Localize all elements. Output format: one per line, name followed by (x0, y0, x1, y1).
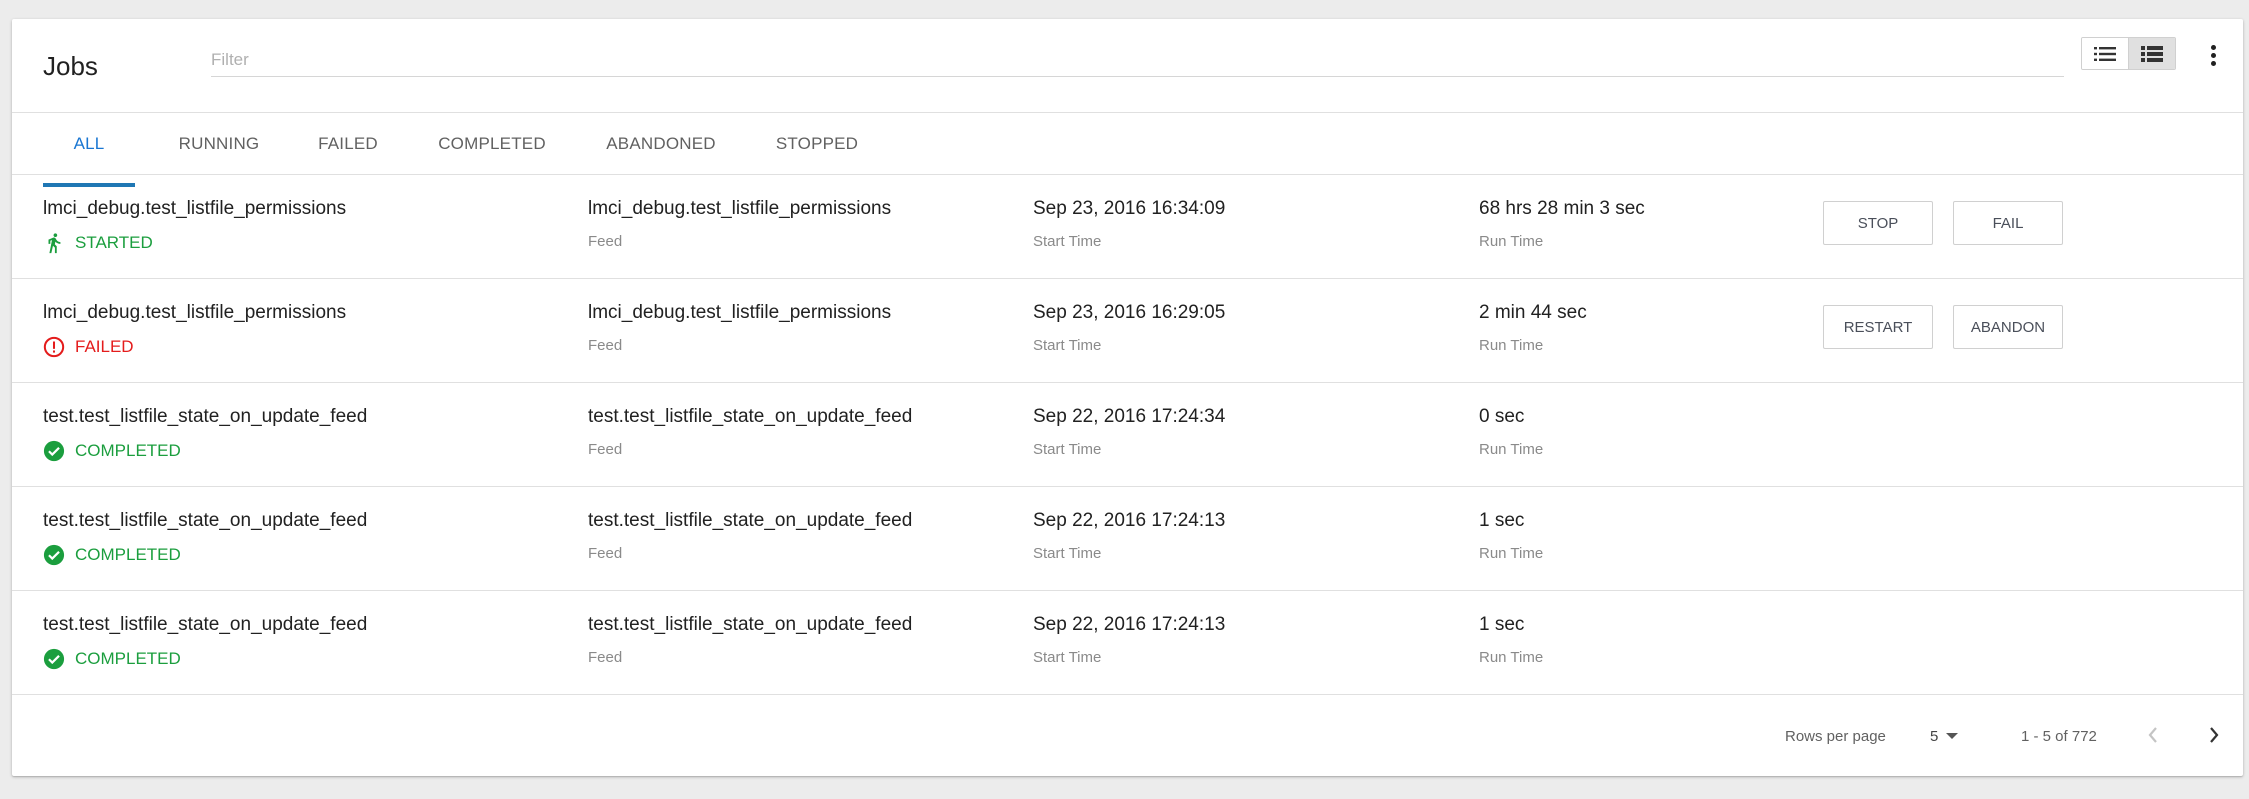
status-label: COMPLETED (75, 649, 181, 668)
start-time: Sep 23, 2016 16:29:05 (1033, 302, 1226, 323)
status-badge: STARTED (43, 231, 153, 255)
more-vert-icon[interactable] (2201, 41, 2225, 69)
start-time: Sep 22, 2016 17:24:13 (1033, 510, 1226, 531)
check-circle-icon (43, 648, 65, 670)
chevron-left-icon (2148, 727, 2157, 743)
run-time: 1 sec (1479, 614, 1525, 635)
list-view-button[interactable] (2082, 38, 2128, 69)
feed-name: test.test_listfile_state_on_update_feed (588, 510, 913, 531)
job-name[interactable]: lmci_debug.test_listfile_permissions (43, 198, 346, 220)
start-time-label: Start Time (1033, 649, 1102, 666)
status-tabs: ALL RUNNING FAILED COMPLETED ABANDONED S… (12, 113, 2243, 175)
abandon-button[interactable]: ABANDON (1953, 305, 2063, 349)
previous-page-button[interactable] (2135, 717, 2171, 753)
job-name[interactable]: test.test_listfile_state_on_update_feed (43, 406, 367, 428)
table-view-icon (2141, 45, 2163, 62)
status-label: COMPLETED (75, 545, 181, 564)
table-row[interactable]: lmci_debug.test_listfile_permissions STA… (12, 175, 2243, 279)
fail-button[interactable]: FAIL (1953, 201, 2063, 245)
run-time-label: Run Time (1479, 545, 1544, 562)
status-badge: COMPLETED (43, 647, 181, 671)
tab-running[interactable]: RUNNING (159, 113, 279, 175)
run-time: 68 hrs 28 min 3 sec (1479, 198, 1645, 219)
tab-all[interactable]: ALL (43, 113, 135, 175)
table-row[interactable]: test.test_listfile_state_on_update_feed … (12, 487, 2243, 591)
stop-button[interactable]: STOP (1823, 201, 1933, 245)
tab-abandoned[interactable]: ABANDONED (586, 113, 736, 175)
start-time: Sep 22, 2016 17:24:13 (1033, 614, 1226, 635)
run-time: 1 sec (1479, 510, 1525, 531)
job-name[interactable]: test.test_listfile_state_on_update_feed (43, 614, 367, 636)
view-toggle (2081, 37, 2176, 70)
status-label: FAILED (75, 337, 134, 356)
tab-failed[interactable]: FAILED (297, 113, 399, 175)
start-time: Sep 22, 2016 17:24:34 (1033, 406, 1226, 427)
feed-label: Feed (588, 337, 623, 354)
status-badge: COMPLETED (43, 439, 181, 463)
start-time-label: Start Time (1033, 545, 1102, 562)
table-view-button[interactable] (2128, 38, 2175, 69)
status-badge: FAILED (43, 335, 134, 359)
start-time-label: Start Time (1033, 233, 1102, 250)
status-label: COMPLETED (75, 441, 181, 460)
feed-name: test.test_listfile_state_on_update_feed (588, 406, 913, 427)
job-name[interactable]: test.test_listfile_state_on_update_feed (43, 510, 367, 532)
error-icon (43, 336, 65, 358)
table-row[interactable]: test.test_listfile_state_on_update_feed … (12, 591, 2243, 695)
rows-per-page-value: 5 (1930, 727, 1939, 745)
tab-completed[interactable]: COMPLETED (417, 113, 567, 175)
job-name[interactable]: lmci_debug.test_listfile_permissions (43, 302, 346, 324)
run-time: 0 sec (1479, 406, 1525, 427)
feed-name: lmci_debug.test_listfile_permissions (588, 302, 892, 323)
run-time: 2 min 44 sec (1479, 302, 1587, 323)
run-time-label: Run Time (1479, 337, 1544, 354)
pagination: Rows per page 5 1 - 5 of 772 (12, 695, 2243, 775)
feed-label: Feed (588, 545, 623, 562)
next-page-button[interactable] (2196, 717, 2232, 753)
page-range: 1 - 5 of 772 (2021, 728, 2097, 745)
jobs-card: Jobs Filter ALL RUNNING FAILED COMPLETED… (12, 19, 2243, 776)
restart-button[interactable]: RESTART (1823, 305, 1933, 349)
running-icon (48, 233, 61, 254)
feed-label: Feed (588, 649, 623, 666)
start-time-label: Start Time (1033, 337, 1102, 354)
table-row[interactable]: test.test_listfile_state_on_update_feed … (12, 383, 2243, 487)
run-time-label: Run Time (1479, 441, 1544, 458)
toolbar: Jobs (12, 19, 2243, 113)
check-circle-icon (43, 440, 65, 462)
page-title: Jobs (43, 51, 98, 81)
rows-per-page-label: Rows per page (1785, 728, 1886, 745)
filter-input[interactable] (211, 43, 2064, 77)
chevron-right-icon (2210, 727, 2219, 743)
feed-label: Feed (588, 441, 623, 458)
list-view-icon (2094, 46, 2116, 61)
check-circle-icon (43, 544, 65, 566)
status-badge: COMPLETED (43, 543, 181, 567)
feed-name: test.test_listfile_state_on_update_feed (588, 614, 913, 635)
feed-name: lmci_debug.test_listfile_permissions (588, 198, 892, 219)
table-row[interactable]: lmci_debug.test_listfile_permissions FAI… (12, 279, 2243, 383)
run-time-label: Run Time (1479, 233, 1544, 250)
rows-per-page-select[interactable]: 5 (1930, 721, 1959, 751)
status-label: STARTED (75, 233, 153, 252)
start-time-label: Start Time (1033, 441, 1102, 458)
caret-down-icon (1946, 733, 1959, 739)
run-time-label: Run Time (1479, 649, 1544, 666)
feed-label: Feed (588, 233, 623, 250)
start-time: Sep 23, 2016 16:34:09 (1033, 198, 1226, 219)
tab-stopped[interactable]: STOPPED (757, 113, 877, 175)
